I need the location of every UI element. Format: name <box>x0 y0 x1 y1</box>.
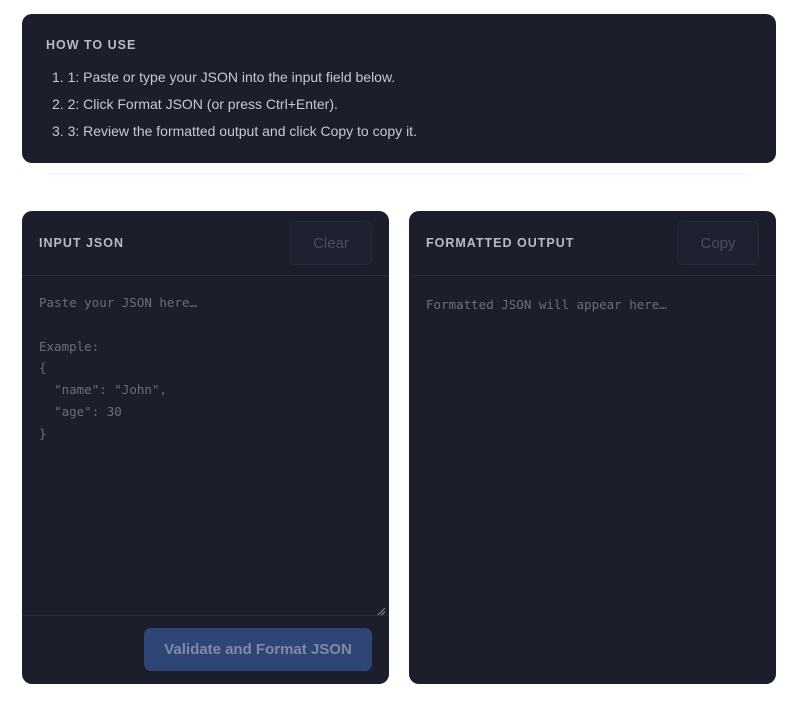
validate-format-button[interactable]: Validate and Format JSON <box>144 628 372 671</box>
how-to-use-card: HOW TO USE 1. 1: Paste or type your JSON… <box>22 14 776 163</box>
output-panel-title: FORMATTED OUTPUT <box>426 236 575 250</box>
clear-button[interactable]: Clear <box>290 221 372 265</box>
formatted-output-area[interactable]: Formatted JSON will appear here… <box>409 276 776 334</box>
how-to-step: 1. 1: Paste or type your JSON into the i… <box>52 69 396 85</box>
output-panel-header: FORMATTED OUTPUT Copy <box>409 211 776 276</box>
how-to-step: 2. 2: Click Format JSON (or press Ctrl+E… <box>52 96 338 112</box>
formatted-output-panel: FORMATTED OUTPUT Copy Formatted JSON wil… <box>409 211 776 684</box>
resize-handle-icon[interactable] <box>377 607 386 616</box>
copy-button[interactable]: Copy <box>677 221 759 265</box>
section-divider <box>48 173 750 175</box>
how-to-step: 3. 3: Review the formatted output and cl… <box>52 123 417 139</box>
how-to-steps: 1. 1: Paste or type your JSON into the i… <box>46 64 752 145</box>
how-to-use-title: HOW TO USE <box>46 38 137 52</box>
input-json-panel: INPUT JSON Clear Validate and Format JSO… <box>22 211 389 684</box>
input-panel-title: INPUT JSON <box>39 236 125 250</box>
json-input-textarea[interactable] <box>22 276 389 616</box>
input-panel-header: INPUT JSON Clear <box>22 211 389 276</box>
input-panel-footer: Validate and Format JSON <box>22 616 389 683</box>
